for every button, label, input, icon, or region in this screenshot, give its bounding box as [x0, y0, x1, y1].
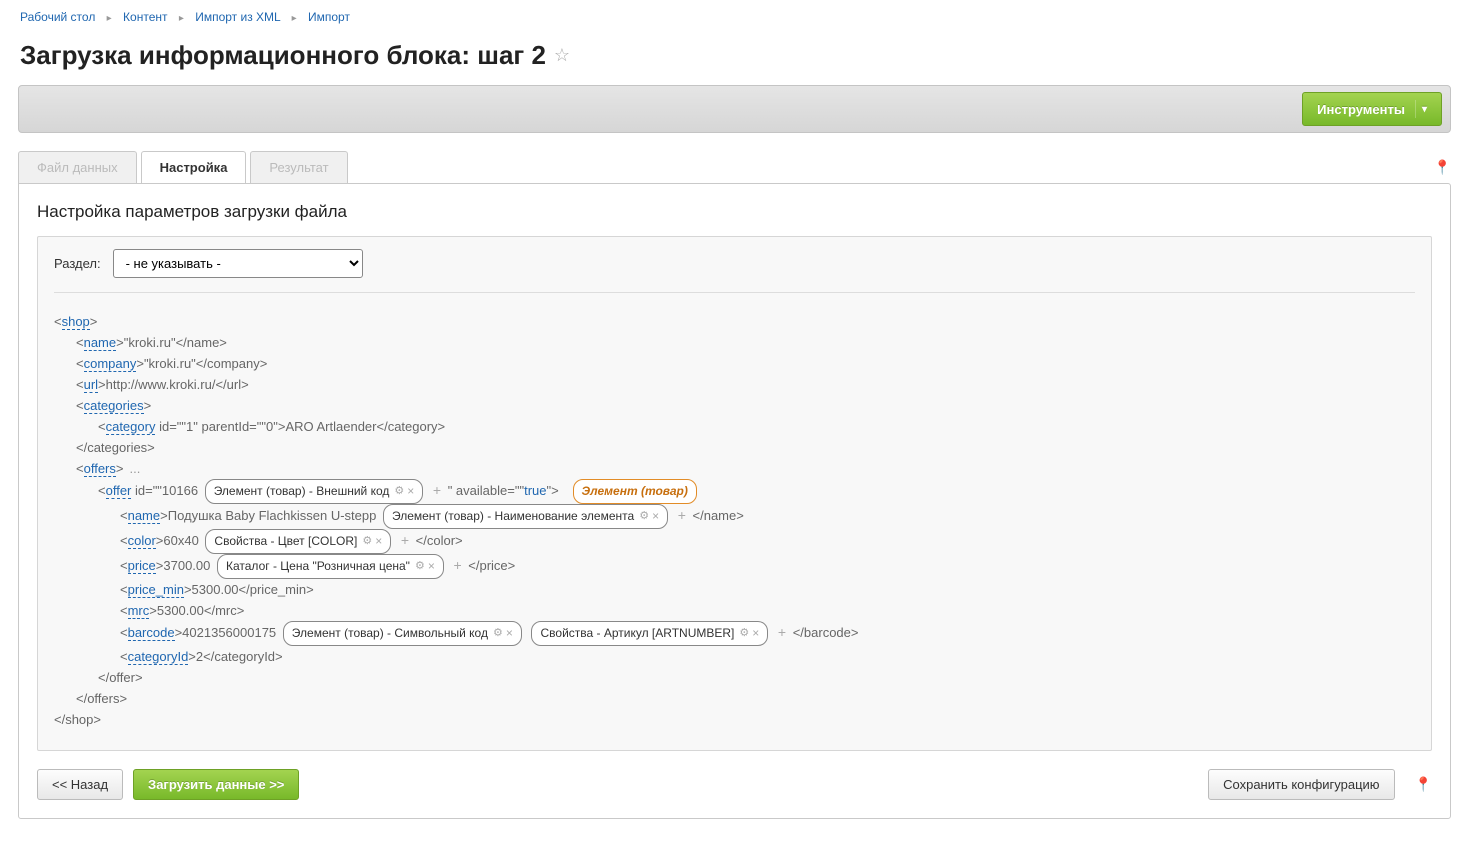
xml-tag-offer[interactable]: offer: [106, 483, 132, 499]
tab-settings[interactable]: Настройка: [141, 151, 247, 183]
chip-name-mapping[interactable]: Элемент (товар) - Наименование элемента⚙…: [383, 504, 668, 529]
xml-tag-company[interactable]: company: [84, 356, 137, 372]
chip-label: Элемент (товар) - Внешний код: [214, 481, 390, 502]
xml-value: 3700.00: [163, 558, 210, 573]
chip-label: Каталог - Цена "Розничная цена": [226, 556, 410, 577]
xml-mapping-tree: <shop> <name>"kroki.ru"</name> <company>…: [54, 307, 1415, 738]
xml-tag-shop[interactable]: shop: [62, 314, 90, 330]
xml-tag-offers[interactable]: offers: [84, 461, 116, 477]
xml-tag-offer-name[interactable]: name: [128, 508, 161, 524]
xml-attr: id=""10166: [131, 483, 201, 498]
chevron-down-icon: ▾: [1422, 104, 1427, 115]
xml-value: 5300.00: [192, 582, 239, 597]
xml-value: "kroki.ru": [124, 335, 176, 350]
xml-tag-name[interactable]: name: [84, 335, 117, 351]
plus-icon[interactable]: +: [401, 532, 409, 548]
plus-icon[interactable]: +: [678, 507, 686, 523]
toolbar: Инструменты ▾: [18, 85, 1451, 133]
button-divider: [1415, 100, 1416, 118]
chip-label: Свойства - Цвет [COLOR]: [214, 531, 357, 552]
close-icon[interactable]: ×: [652, 506, 659, 527]
plus-icon[interactable]: +: [778, 624, 786, 640]
xml-value: 60x40: [163, 533, 198, 548]
breadcrumb-link[interactable]: Импорт из XML: [195, 10, 280, 24]
plus-icon[interactable]: +: [453, 557, 461, 573]
chip-artnumber[interactable]: Свойства - Артикул [ARTNUMBER]⚙×: [531, 621, 768, 646]
chip-color-mapping[interactable]: Свойства - Цвет [COLOR]⚙×: [205, 529, 391, 554]
tab-result[interactable]: Результат: [250, 151, 347, 183]
xml-value: 4021356000175: [182, 625, 276, 640]
xml-attr: " available="": [448, 483, 524, 498]
xml-tag-color[interactable]: color: [128, 533, 156, 549]
xml-value: ARO Artlaender: [285, 419, 376, 434]
close-icon[interactable]: ×: [407, 481, 414, 502]
xml-attr: id=""1" parentId=""0">: [155, 419, 285, 434]
xml-tag-url[interactable]: url: [84, 377, 98, 393]
gear-icon[interactable]: ⚙: [639, 506, 649, 527]
xml-value: "kroki.ru": [144, 356, 196, 371]
chevron-right-icon: ▸: [179, 13, 184, 24]
chip-symbol-code[interactable]: Элемент (товар) - Символьный код⚙×: [283, 621, 522, 646]
xml-attr: ">: [546, 483, 558, 498]
panel-heading: Настройка параметров загрузки файла: [19, 184, 1450, 236]
star-icon[interactable]: ☆: [554, 45, 570, 66]
gear-icon[interactable]: ⚙: [493, 623, 503, 644]
section-select[interactable]: - не указывать -: [113, 249, 363, 278]
close-icon[interactable]: ×: [428, 556, 435, 577]
close-icon[interactable]: ×: [375, 531, 382, 552]
xml-tag-categories[interactable]: categories: [84, 398, 144, 414]
gear-icon[interactable]: ⚙: [415, 556, 425, 577]
ellipsis-icon[interactable]: ...: [129, 461, 140, 476]
section-selector-row: Раздел: - не указывать -: [54, 249, 1415, 293]
load-data-button[interactable]: Загрузить данные >>: [133, 769, 299, 800]
breadcrumb-link[interactable]: Контент: [123, 10, 167, 24]
pin-icon[interactable]: 📍: [1415, 776, 1432, 793]
save-config-button[interactable]: Сохранить конфигурацию: [1208, 769, 1394, 800]
xml-value: http://www.kroki.ru/: [106, 377, 216, 392]
tab-data-file[interactable]: Файл данных: [18, 151, 137, 183]
close-icon[interactable]: ×: [752, 623, 759, 644]
tabs: Файл данных Настройка Результат 📍: [18, 151, 1451, 183]
xml-tag-barcode[interactable]: barcode: [128, 625, 175, 641]
xml-value: true: [524, 483, 546, 498]
xml-tag-mrc[interactable]: mrc: [128, 603, 150, 619]
close-icon[interactable]: ×: [506, 623, 513, 644]
xml-value: Подушка Baby Flachkissen U-stepp: [168, 508, 377, 523]
xml-tag-category[interactable]: category: [106, 419, 156, 435]
pin-icon[interactable]: 📍: [1434, 159, 1451, 176]
back-button[interactable]: << Назад: [37, 769, 123, 800]
chip-element-target[interactable]: Элемент (товар): [573, 479, 697, 504]
section-label: Раздел:: [54, 256, 101, 271]
instruments-button[interactable]: Инструменты ▾: [1302, 92, 1442, 126]
xml-tag-price[interactable]: price: [128, 558, 156, 574]
chip-label: Элемент (товар) - Символьный код: [292, 623, 488, 644]
chip-label: Свойства - Артикул [ARTNUMBER]: [540, 623, 734, 644]
breadcrumb-link[interactable]: Импорт: [308, 10, 350, 24]
chevron-right-icon: ▸: [107, 13, 112, 24]
chip-label: Элемент (товар) - Наименование элемента: [392, 506, 634, 527]
plus-icon[interactable]: +: [433, 482, 441, 498]
breadcrumb-link[interactable]: Рабочий стол: [20, 10, 95, 24]
xml-value: 5300.00: [157, 603, 204, 618]
xml-tag-categoryid[interactable]: categoryId: [128, 649, 189, 665]
chip-external-code[interactable]: Элемент (товар) - Внешний код⚙×: [205, 479, 424, 504]
chip-price-mapping[interactable]: Каталог - Цена "Розничная цена"⚙×: [217, 554, 444, 579]
gear-icon[interactable]: ⚙: [394, 481, 404, 502]
settings-panel: Раздел: - не указывать - <shop> <name>"k…: [37, 236, 1432, 751]
chevron-right-icon: ▸: [292, 13, 297, 24]
gear-icon[interactable]: ⚙: [739, 623, 749, 644]
breadcrumbs: Рабочий стол ▸ Контент ▸ Импорт из XML ▸…: [0, 0, 1469, 34]
gear-icon[interactable]: ⚙: [362, 531, 372, 552]
footer-actions: << Назад Загрузить данные >> Сохранить к…: [19, 769, 1450, 818]
instruments-label: Инструменты: [1317, 102, 1405, 117]
content-panel: Настройка параметров загрузки файла Разд…: [18, 183, 1451, 819]
xml-tag-price-min[interactable]: price_min: [128, 582, 184, 598]
page-title: Загрузка информационного блока: шаг 2: [20, 40, 546, 71]
